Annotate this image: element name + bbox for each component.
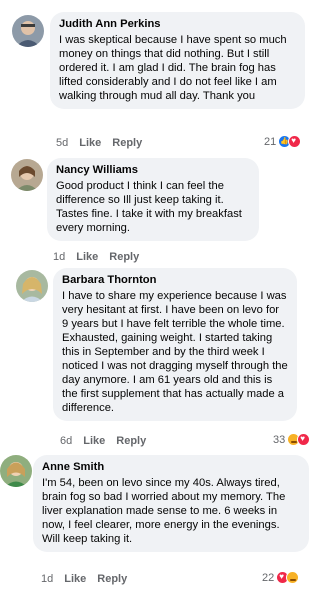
reaction-count: 33 — [273, 433, 286, 446]
like-button[interactable]: Like — [64, 572, 86, 586]
comment-actions: 5d Like Reply — [56, 136, 142, 150]
comment-author[interactable]: Judith Ann Perkins — [59, 17, 296, 31]
reaction-summary[interactable]: 21 — [264, 135, 302, 148]
avatar[interactable] — [11, 159, 43, 191]
avatar[interactable] — [0, 455, 32, 487]
like-button[interactable]: Like — [83, 434, 105, 448]
comment-actions: 6d Like Reply — [60, 434, 146, 448]
reaction-summary[interactable]: 33 — [273, 433, 311, 446]
reaction-count: 21 — [264, 135, 277, 148]
comment-actions: 1d Like Reply — [41, 572, 127, 586]
comment-time[interactable]: 6d — [60, 434, 72, 448]
comment-author[interactable]: Barbara Thornton — [62, 273, 288, 287]
comment-text: Good product I think I can feel the diff… — [56, 180, 242, 234]
reaction-summary[interactable]: 22 — [262, 571, 300, 584]
comment-author[interactable]: Anne Smith — [42, 460, 300, 474]
reply-button[interactable]: Reply — [112, 136, 142, 150]
comment-actions: 1d Like Reply — [53, 250, 139, 264]
avatar[interactable] — [16, 270, 48, 302]
reply-button[interactable]: Reply — [116, 434, 146, 448]
comment-bubble: Anne Smith I'm 54, been on levo since my… — [33, 455, 309, 552]
comment-time[interactable]: 1d — [53, 250, 65, 264]
love-icon — [288, 135, 302, 148]
comment-author[interactable]: Nancy Williams — [56, 163, 250, 177]
care-icon — [286, 571, 300, 584]
comment-time[interactable]: 1d — [41, 572, 53, 586]
reaction-count: 22 — [262, 571, 275, 584]
reply-button[interactable]: Reply — [109, 250, 139, 264]
love-icon — [297, 433, 311, 446]
comment-text: I was skeptical because I have spent so … — [59, 34, 287, 102]
comment-text: I'm 54, been on levo since my 40s. Alway… — [42, 477, 286, 545]
comment-time[interactable]: 5d — [56, 136, 68, 150]
like-button[interactable]: Like — [76, 250, 98, 264]
like-button[interactable]: Like — [79, 136, 101, 150]
reply-button[interactable]: Reply — [97, 572, 127, 586]
comment-bubble: Barbara Thornton I have to share my expe… — [53, 268, 297, 421]
comment-bubble: Nancy Williams Good product I think I ca… — [47, 158, 259, 241]
comment-text: I have to share my experience because I … — [62, 290, 288, 414]
avatar[interactable] — [12, 15, 44, 47]
comment-bubble: Judith Ann Perkins I was skeptical becau… — [50, 12, 305, 109]
